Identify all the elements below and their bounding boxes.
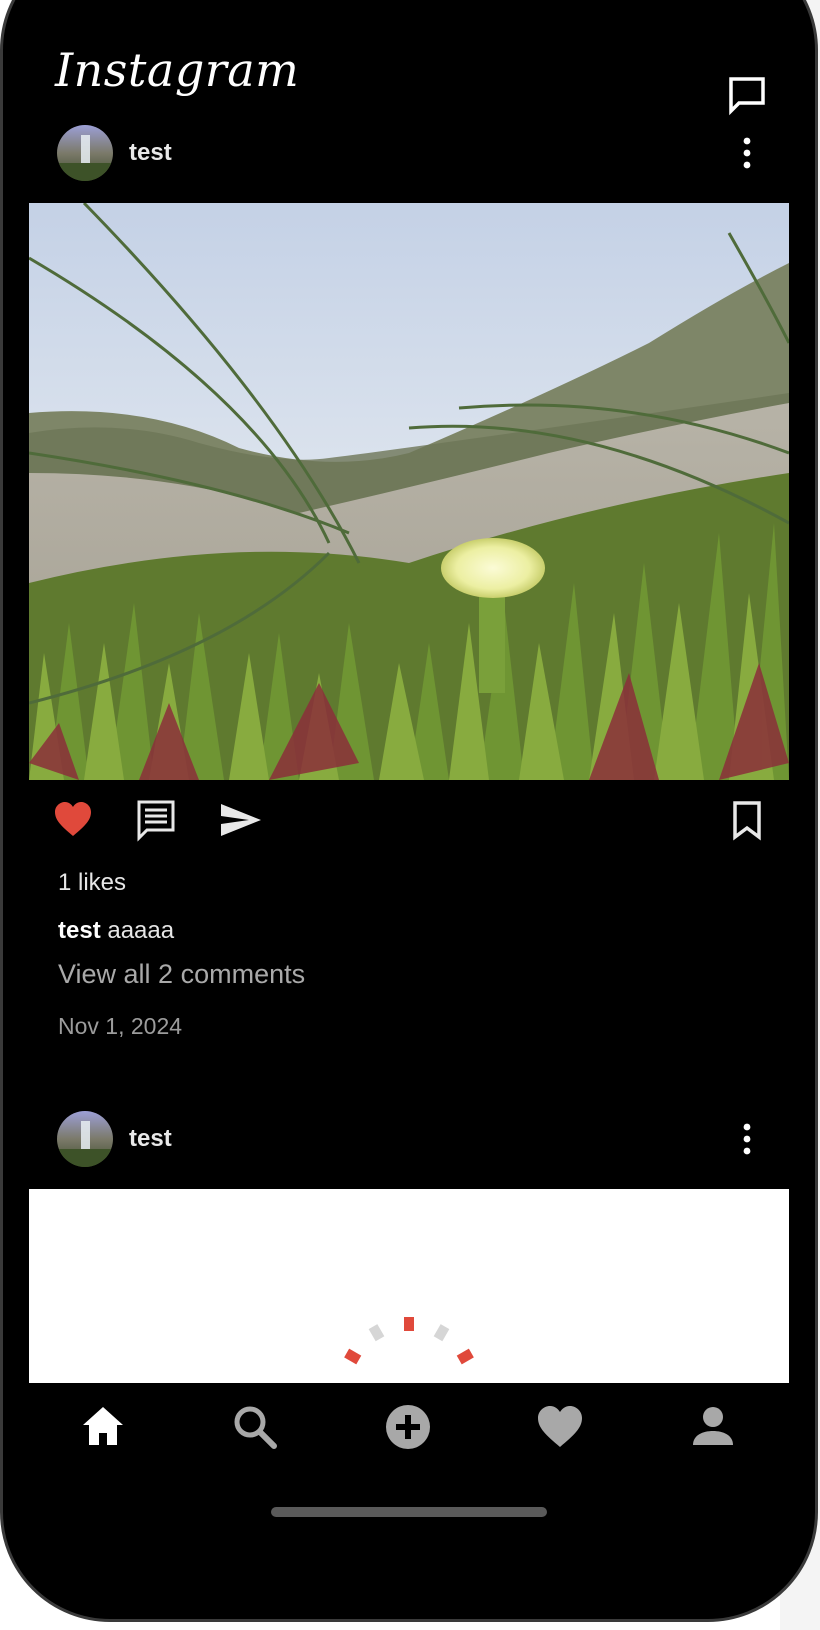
share-button[interactable] — [219, 798, 263, 842]
avatar[interactable] — [57, 1111, 113, 1167]
post-image-loading — [29, 1189, 789, 1383]
home-icon — [83, 1407, 123, 1445]
bookmark-icon — [733, 801, 761, 841]
more-vertical-icon — [743, 137, 751, 169]
spinner-icon — [344, 1317, 474, 1365]
nav-search-button[interactable] — [229, 1401, 281, 1453]
bottom-navigation — [3, 1383, 815, 1483]
caption-username[interactable]: test — [58, 917, 101, 944]
nav-create-button[interactable] — [382, 1401, 434, 1453]
post-image[interactable] — [29, 203, 789, 780]
direct-messages-button[interactable] — [725, 73, 769, 117]
heart-icon — [55, 802, 91, 836]
message-square-icon — [729, 77, 765, 116]
search-icon — [234, 1406, 277, 1449]
save-button[interactable] — [725, 798, 769, 842]
view-comments-link[interactable]: View all 2 comments — [58, 959, 305, 990]
like-button[interactable] — [51, 798, 95, 842]
comment-icon — [137, 800, 175, 842]
add-circle-icon — [386, 1405, 430, 1449]
post-date: Nov 1, 2024 — [58, 1013, 183, 1039]
home-indicator — [271, 1507, 547, 1517]
nav-profile-button[interactable] — [687, 1401, 739, 1453]
avatar[interactable] — [57, 125, 113, 181]
app-logo: Instagram — [55, 43, 300, 97]
comment-button[interactable] — [135, 798, 179, 842]
send-icon — [221, 804, 261, 836]
heart-icon — [538, 1406, 582, 1447]
person-icon — [693, 1407, 733, 1445]
nav-activity-button[interactable] — [534, 1401, 586, 1453]
post-caption: test aaaaa — [58, 917, 174, 945]
caption-text: aaaaa — [100, 917, 175, 944]
nav-home-button[interactable] — [77, 1401, 129, 1453]
more-vertical-icon — [743, 1123, 751, 1155]
post-header: test — [3, 1099, 815, 1179]
phone-frame: Instagram test 1 likes test aaaaa View a… — [0, 0, 818, 1622]
post-options-button[interactable] — [735, 1121, 759, 1157]
post-header: test — [3, 113, 815, 193]
likes-count[interactable]: 1 likes — [58, 869, 126, 897]
app-screen: Instagram test 1 likes test aaaaa View a… — [3, 3, 815, 1619]
post-actions — [3, 798, 815, 848]
post-username[interactable]: test — [129, 139, 172, 167]
post-username[interactable]: test — [129, 1125, 172, 1153]
post-options-button[interactable] — [735, 135, 759, 171]
